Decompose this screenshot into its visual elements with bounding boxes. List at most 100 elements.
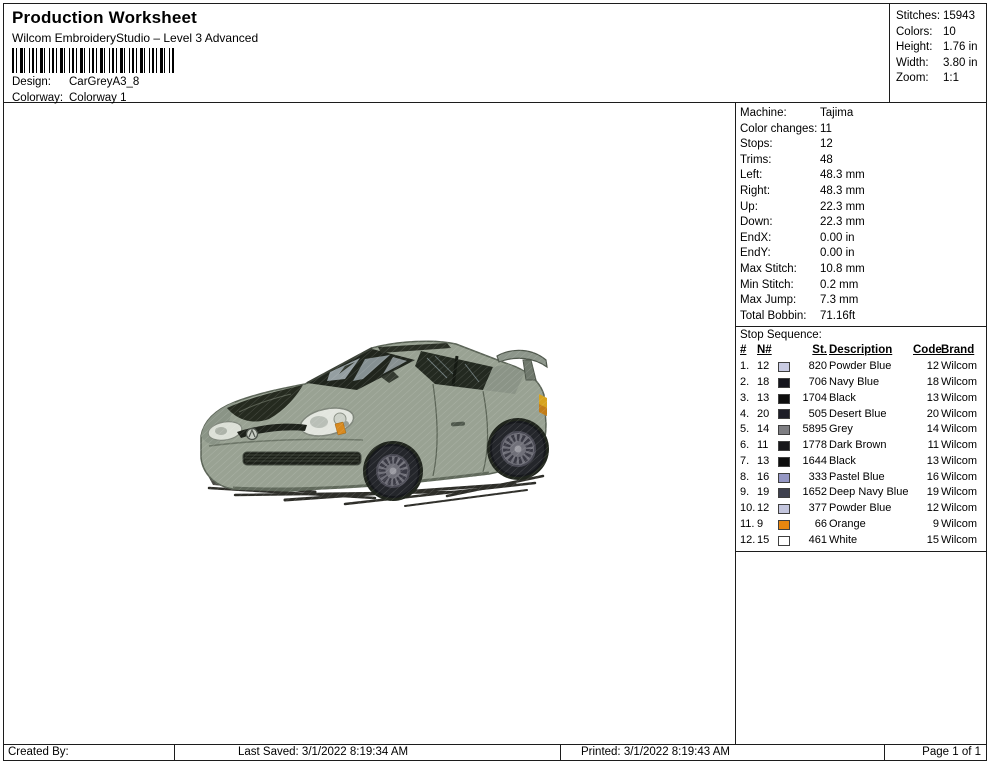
- row-description: Navy Blue: [829, 375, 880, 388]
- row-num: 6.: [740, 439, 750, 452]
- row-brand: Wilcom: [941, 533, 978, 546]
- summary-row-colors: Colors: 10: [896, 25, 986, 41]
- row-num: 1.: [740, 360, 750, 373]
- design-label: Design:: [12, 76, 51, 88]
- design-canvas: [4, 103, 735, 744]
- machine-info-row: Right: 48.3 mm: [740, 184, 984, 200]
- summary-box: Stitches: 15943 Colors: 10 Height: 1.76 …: [889, 4, 986, 102]
- stop-sequence-header: # N# St. Description Code Brand: [740, 343, 983, 359]
- row-num: 3.: [740, 391, 750, 404]
- summary-label: Colors:: [896, 25, 933, 38]
- info-value: 0.2 mm: [820, 278, 859, 291]
- machine-info-row: Max Jump: 7.3 mm: [740, 293, 984, 309]
- stop-sequence-row: 2. 18 706 Navy Blue 18 Wilcom: [740, 375, 983, 391]
- stop-sequence-row: 12. 15 461 White 15 Wilcom: [740, 533, 983, 549]
- row-code: 13: [926, 454, 939, 467]
- info-label: Left:: [740, 169, 763, 182]
- machine-info-row: Color changes: 11: [740, 122, 984, 138]
- row-brand: Wilcom: [941, 391, 978, 404]
- worksheet-body: Machine: Tajima Color changes: 11 Stops: 12…: [3, 103, 987, 744]
- summary-label: Zoom:: [896, 72, 929, 85]
- row-code: 13: [926, 391, 939, 404]
- info-value: 22.3 mm: [820, 200, 865, 213]
- stop-sequence-row: 4. 20 505 Desert Blue 20 Wilcom: [740, 407, 983, 423]
- design-barcode: [12, 48, 174, 73]
- row-brand: Wilcom: [941, 486, 978, 499]
- panel-empty-area: [736, 552, 986, 744]
- row-brand: Wilcom: [941, 470, 978, 483]
- info-label: Machine:: [740, 107, 787, 119]
- footer-last-saved: Last Saved: 3/1/2022 8:19:34 AM: [174, 745, 560, 760]
- color-swatch: [778, 456, 790, 467]
- row-needle: 19: [757, 486, 770, 499]
- row-description: Deep Navy Blue: [829, 486, 909, 499]
- row-num: 2.: [740, 375, 750, 388]
- row-description: Powder Blue: [829, 360, 892, 373]
- info-value: 48.3 mm: [820, 169, 865, 182]
- row-description: Grey: [829, 423, 853, 436]
- row-code: 11: [927, 439, 939, 452]
- row-description: Black: [829, 391, 856, 404]
- color-swatch: [778, 519, 790, 530]
- machine-info-row: Up: 22.3 mm: [740, 200, 984, 216]
- machine-info-row: Left: 48.3 mm: [740, 168, 984, 184]
- color-swatch: [778, 472, 790, 483]
- info-value: 0.00 in: [820, 231, 855, 244]
- car-embroidery-preview: [195, 334, 551, 514]
- machine-info-row: EndY: 0.00 in: [740, 246, 984, 262]
- row-code: 14: [926, 423, 939, 436]
- summary-row-stitches: Stitches: 15943: [896, 9, 986, 25]
- machine-info-row: Stops: 12: [740, 137, 984, 153]
- row-needle: 11: [757, 439, 769, 452]
- row-description: Pastel Blue: [829, 470, 885, 483]
- row-needle: 9: [757, 518, 764, 531]
- row-needle: 15: [757, 533, 770, 546]
- row-needle: 14: [757, 423, 770, 436]
- color-swatch: [778, 362, 790, 372]
- summary-row-zoom: Zoom: 1:1: [896, 71, 986, 87]
- color-swatch: [778, 425, 790, 436]
- row-stitches: 1644: [802, 454, 827, 467]
- machine-info-list: Machine: Tajima Color changes: 11 Stops: 12…: [736, 103, 986, 328]
- machine-info-row: EndX: 0.00 in: [740, 231, 984, 247]
- color-swatch: [778, 488, 790, 499]
- info-value: 48.3 mm: [820, 184, 865, 197]
- info-value: 10.8 mm: [820, 262, 865, 275]
- footer-page-number: Page 1 of 1: [884, 745, 986, 760]
- summary-value: 1:1: [943, 72, 959, 85]
- stop-sequence-row: 3. 13 1704 Black 13 Wilcom: [740, 391, 983, 407]
- stop-sequence-row: 5. 14 5895 Grey 14 Wilcom: [740, 422, 983, 438]
- page-title: Production Worksheet: [12, 8, 198, 27]
- info-label: Max Stitch:: [740, 262, 797, 275]
- info-value: 48: [820, 153, 833, 166]
- machine-panel: Machine: Tajima Color changes: 11 Stops: 12…: [735, 103, 986, 744]
- stitch-texture: [195, 334, 551, 510]
- stop-sequence-row: 9. 19 1652 Deep Navy Blue 19 Wilcom: [740, 485, 983, 501]
- row-description: Black: [829, 454, 856, 467]
- machine-info-row: Min Stitch: 0.2 mm: [740, 278, 984, 294]
- row-stitches: 820: [808, 360, 827, 373]
- machine-info-row: Machine: Tajima: [740, 106, 984, 122]
- stop-sequence-row: 7. 13 1644 Black 13 Wilcom: [740, 454, 983, 470]
- row-description: Desert Blue: [829, 407, 887, 420]
- row-stitches: 377: [808, 502, 827, 515]
- row-description: White: [829, 533, 858, 546]
- row-num: 7.: [740, 454, 750, 467]
- row-code: 16: [926, 470, 939, 483]
- col-needle: N#: [757, 344, 772, 357]
- row-num: 10.: [740, 502, 756, 515]
- row-brand: Wilcom: [941, 423, 978, 436]
- row-brand: Wilcom: [941, 439, 978, 452]
- col-num: #: [740, 344, 747, 357]
- machine-info-row: Max Stitch: 10.8 mm: [740, 262, 984, 278]
- row-needle: 16: [757, 470, 770, 483]
- info-label: Color changes:: [740, 122, 818, 135]
- row-brand: Wilcom: [941, 375, 978, 388]
- row-stitches: 66: [814, 518, 827, 531]
- row-needle: 12: [757, 360, 770, 373]
- info-label: Up:: [740, 200, 758, 213]
- stop-sequence-row: 8. 16 333 Pastel Blue 16 Wilcom: [740, 470, 983, 486]
- row-stitches: 505: [808, 407, 827, 420]
- color-swatch: [778, 504, 790, 515]
- summary-value: 15943: [943, 10, 975, 22]
